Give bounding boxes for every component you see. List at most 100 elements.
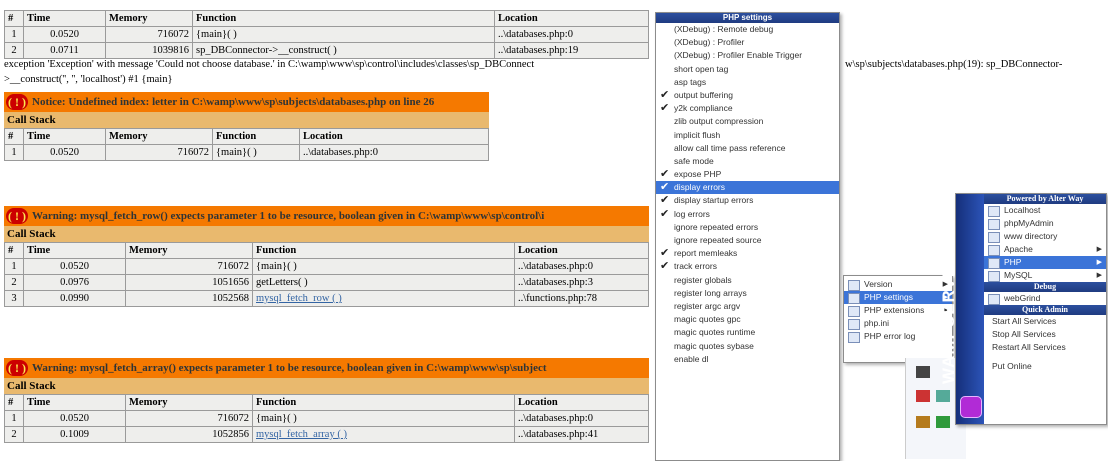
menu-item-label: Version bbox=[864, 279, 893, 289]
cell: mysql_fetch_row ( ) bbox=[252, 290, 515, 307]
wamp-logo-icon bbox=[960, 396, 982, 418]
menu-item-label: (XDebug) : Remote debug bbox=[674, 24, 774, 34]
cell: {main}( ) bbox=[252, 258, 515, 275]
php-setting-item[interactable]: magic quotes gpc bbox=[656, 313, 839, 326]
wamp-menu-item[interactable]: phpMyAdmin bbox=[984, 217, 1106, 230]
notice-bar: ( ! ) Notice: Undefined index: letter in … bbox=[4, 92, 489, 112]
php-setting-item[interactable]: zlib output compression bbox=[656, 115, 839, 128]
php-setting-item[interactable]: ✔ display errors bbox=[656, 181, 839, 195]
submenu-arrow-icon: ▶ bbox=[1096, 246, 1102, 253]
checkmark-icon: ✔ bbox=[660, 168, 670, 181]
col-header: Function bbox=[192, 10, 495, 27]
wamp-menu-item[interactable]: www directory bbox=[984, 230, 1106, 243]
php-setting-item[interactable]: short open tag bbox=[656, 63, 839, 76]
table-row: 2 0.1009 1052856 mysql_fetch_array ( ) .… bbox=[4, 426, 649, 443]
wamp-menu-item[interactable]: Start All Services bbox=[984, 315, 1106, 328]
tray-icon[interactable] bbox=[916, 366, 930, 378]
warning-icon: ( ! ) bbox=[6, 94, 28, 110]
speaker-icon[interactable] bbox=[916, 390, 930, 402]
stack-table-top: # Time Memory Function Location 1 0.0520… bbox=[4, 10, 649, 59]
menu-item-label: PHP error log bbox=[864, 331, 916, 341]
php-setting-item[interactable]: (XDebug) : Remote debug bbox=[656, 23, 839, 36]
cell: 0.0520 bbox=[23, 410, 126, 427]
menu-item-label: PHP extensions bbox=[864, 305, 925, 315]
php-setting-item[interactable]: register argc argv bbox=[656, 300, 839, 313]
php-setting-item[interactable]: safe mode bbox=[656, 155, 839, 168]
col-header: Time bbox=[23, 394, 126, 411]
put-online-item[interactable]: Put Online bbox=[984, 360, 1106, 373]
php-setting-item[interactable]: ✔ track errors bbox=[656, 260, 839, 273]
menu-item-label: Apache bbox=[1004, 244, 1033, 254]
table-row: 2 0.0976 1051656 getLetters( ) ..\databa… bbox=[4, 274, 649, 291]
col-header: # bbox=[4, 242, 24, 259]
warning-icon: ( ! ) bbox=[6, 360, 28, 376]
cell: sp_DBConnector->__construct( ) bbox=[192, 42, 495, 59]
wamp-menu-item[interactable]: Localhost bbox=[984, 204, 1106, 217]
php-setting-item[interactable]: register long arrays bbox=[656, 287, 839, 300]
php-setting-item[interactable]: ignore repeated source bbox=[656, 234, 839, 247]
php-setting-item[interactable]: allow call time pass reference bbox=[656, 142, 839, 155]
menu-item-icon bbox=[988, 245, 1000, 256]
wamp-menu-item[interactable]: PHP ▶ bbox=[984, 256, 1106, 269]
php-setting-item[interactable]: (XDebug) : Profiler Enable Trigger bbox=[656, 49, 839, 62]
cell: ..\functions.php:78 bbox=[514, 290, 649, 307]
exception-message: exception 'Exception' with message 'Coul… bbox=[4, 59, 535, 70]
menu-item-label: Stop All Services bbox=[992, 329, 1056, 339]
cell: ..\databases.php:0 bbox=[494, 26, 649, 43]
col-header: Function bbox=[252, 242, 515, 259]
col-header: Memory bbox=[105, 10, 193, 27]
function-link[interactable]: mysql_fetch_array ( ) bbox=[256, 429, 347, 440]
wamp-menu-item[interactable]: Apache ▶ bbox=[984, 243, 1106, 256]
cell: 0.0976 bbox=[23, 274, 126, 291]
warning-icon: ( ! ) bbox=[6, 208, 28, 224]
php-setting-item[interactable]: ✔ display startup errors bbox=[656, 194, 839, 207]
php-submenu-item[interactable]: PHP extensions ▶ bbox=[844, 304, 952, 317]
wamp-menu-item[interactable]: webGrind bbox=[984, 292, 1106, 305]
php-setting-item[interactable]: enable dl bbox=[656, 353, 839, 366]
col-header: Function bbox=[212, 128, 300, 145]
menu-item-label: report memleaks bbox=[674, 248, 738, 259]
cell: mysql_fetch_array ( ) bbox=[252, 426, 515, 443]
php-setting-item[interactable]: ignore repeated errors bbox=[656, 221, 839, 234]
menu-item-label: Restart All Services bbox=[992, 342, 1066, 352]
wamp-menu-item[interactable]: MySQL ▶ bbox=[984, 269, 1106, 282]
network-icon[interactable] bbox=[936, 416, 950, 428]
php-setting-item[interactable]: ✔ log errors bbox=[656, 208, 839, 221]
wamp-menu-body: Powered by Alter Way Localhost phpMyAdmin… bbox=[984, 194, 1106, 373]
col-header: Location bbox=[299, 128, 489, 145]
function-link[interactable]: mysql_fetch_row ( ) bbox=[256, 293, 342, 304]
cell: getLetters( ) bbox=[252, 274, 515, 291]
cell: 1051656 bbox=[125, 274, 253, 291]
menu-item-label: magic quotes runtime bbox=[674, 327, 756, 338]
col-header: # bbox=[4, 394, 24, 411]
php-submenu-item[interactable]: PHP settings ▶ bbox=[844, 291, 952, 304]
php-setting-item[interactable]: asp tags bbox=[656, 76, 839, 89]
php-setting-item[interactable]: ✔ report memleaks bbox=[656, 247, 839, 260]
table-header-row: # Time Memory Function Location bbox=[4, 128, 489, 145]
php-setting-item[interactable]: register globals bbox=[656, 274, 839, 287]
php-setting-item[interactable]: ✔ output buffering bbox=[656, 89, 839, 102]
tray-icon[interactable] bbox=[916, 416, 930, 428]
quick-admin-header: Quick Admin bbox=[984, 305, 1106, 315]
wamp-menu-item[interactable]: Stop All Services bbox=[984, 328, 1106, 341]
cell: ..\databases.php:0 bbox=[299, 144, 489, 161]
php-setting-item[interactable]: ✔ y2k compliance bbox=[656, 102, 839, 115]
stack-table-warning2: # Time Memory Function Location 1 0.0520… bbox=[4, 394, 649, 443]
wamp-header: Powered by Alter Way bbox=[984, 194, 1106, 204]
php-submenu-item[interactable]: php.ini bbox=[844, 317, 952, 330]
tray-icon[interactable] bbox=[936, 390, 950, 402]
php-setting-item[interactable]: implicit flush bbox=[656, 129, 839, 142]
php-submenu-item[interactable]: Version ▶ bbox=[844, 278, 952, 291]
php-submenu-item[interactable]: PHP error log bbox=[844, 330, 952, 343]
php-setting-item[interactable]: magic quotes sybase bbox=[656, 340, 839, 353]
menu-item-label: Localhost bbox=[1004, 205, 1041, 215]
wamp-menu-item[interactable]: Restart All Services bbox=[984, 341, 1106, 354]
stack-table-warning1: # Time Memory Function Location 1 0.0520… bbox=[4, 242, 649, 307]
wampserver-menu: WAMPSERVER 2.2 Powered by Alter Way Loca… bbox=[939, 193, 1107, 425]
php-setting-item[interactable]: (XDebug) : Profiler bbox=[656, 36, 839, 49]
php-setting-item[interactable]: magic quotes runtime bbox=[656, 326, 839, 339]
menu-item-label: PHP settings bbox=[864, 292, 913, 302]
php-setting-item[interactable]: ✔ expose PHP bbox=[656, 168, 839, 181]
submenu-arrow-icon: ▶ bbox=[1096, 272, 1102, 279]
menu-item-label: (XDebug) : Profiler bbox=[674, 37, 745, 48]
